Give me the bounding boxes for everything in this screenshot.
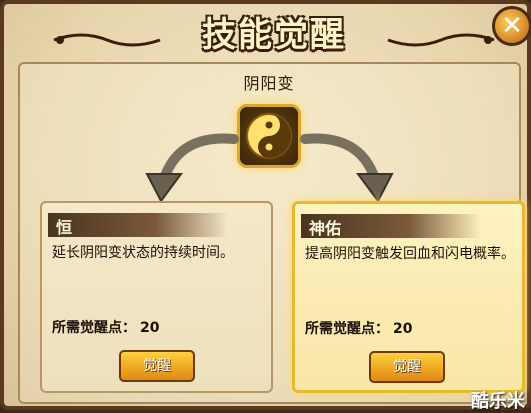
close-icon: ✕ <box>501 11 523 41</box>
skill-awaken-panel: 技能觉醒 ✕ 阴阳变 恒 延长阴阳变状态的持续时间。 所需觉醒点： 20 觉醒 … <box>0 0 531 412</box>
awaken-option-card-1[interactable]: 恒 延长阴阳变状态的持续时间。 所需觉醒点： 20 觉醒 <box>40 201 273 393</box>
title-flourish-right <box>387 33 495 47</box>
arrow-right-icon <box>300 133 394 203</box>
cost-label: 所需觉醒点： <box>305 321 389 337</box>
page-title: 技能觉醒 <box>202 15 346 55</box>
card-description: 提高阴阳变触发回血和闪电概率。 <box>305 246 515 262</box>
awaken-option-card-2[interactable]: 神佑 提高阴阳变触发回血和闪电概率。 所需觉醒点： 20 觉醒 <box>292 201 525 393</box>
card-title-bar: 恒 <box>48 213 228 237</box>
card-cost: 所需觉醒点： 20 <box>305 318 412 338</box>
cost-value: 20 <box>140 320 160 336</box>
card-title: 神佑 <box>309 219 342 238</box>
card-title-bar: 神佑 <box>301 214 481 238</box>
card-title: 恒 <box>56 218 73 237</box>
arrow-left-icon <box>145 133 239 203</box>
awaken-button[interactable]: 觉醒 <box>369 351 445 383</box>
awaken-button[interactable]: 觉醒 <box>119 350 195 382</box>
skill-icon-frame[interactable] <box>237 104 301 168</box>
watermark: 酷乐米 <box>471 391 525 412</box>
card-description: 延长阴阳变状态的持续时间。 <box>52 245 234 261</box>
title-flourish-left <box>53 33 161 47</box>
title-banner: 技能觉醒 <box>53 10 495 60</box>
cost-label: 所需觉醒点： <box>52 320 136 336</box>
close-button[interactable]: ✕ <box>492 6 531 46</box>
card-cost: 所需觉醒点： 20 <box>52 317 159 337</box>
skill-name: 阴阳变 <box>243 74 295 93</box>
cost-value: 20 <box>393 321 413 337</box>
yinyang-icon <box>246 113 292 159</box>
